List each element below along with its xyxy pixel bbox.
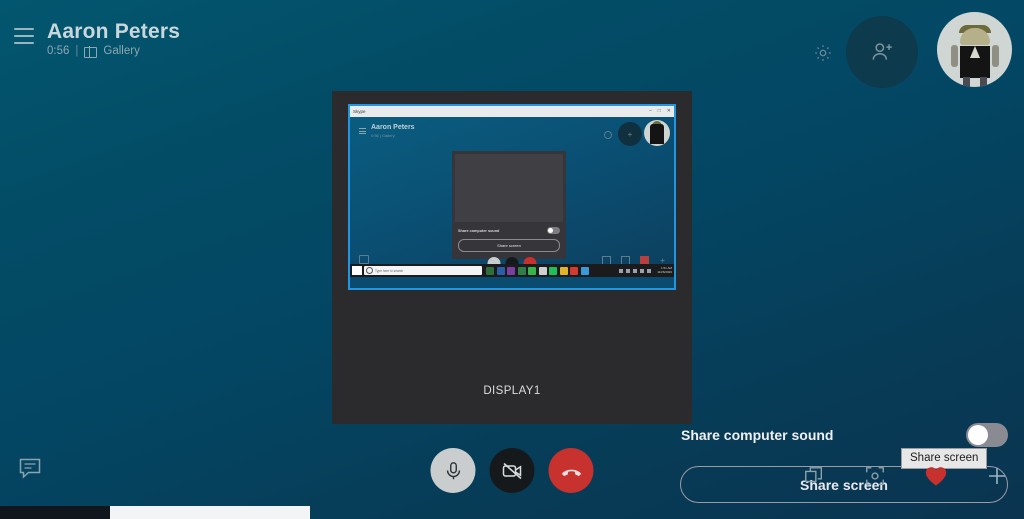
view-mode-label: Gallery — [103, 45, 140, 57]
share-screen-dialog: Skype – □ ✕ Aaron Peters 0:56 | Gallery … — [332, 91, 1008, 503]
share-computer-sound-toggle[interactable] — [966, 423, 1008, 447]
preview-avatar — [644, 120, 670, 146]
hamburger-icon[interactable] — [14, 28, 34, 44]
share-screen-icon[interactable] — [801, 463, 827, 489]
preview-plus-icon: + — [660, 256, 665, 265]
share-computer-sound-label: Share computer sound — [681, 427, 834, 443]
preview-maximize-icon: □ — [657, 108, 661, 114]
gear-icon[interactable] — [812, 42, 834, 64]
preview-close-icon: ✕ — [666, 108, 671, 114]
preview-sound-toggle — [547, 227, 560, 234]
add-person-button[interactable] — [846, 16, 918, 88]
preview-chat-icon — [359, 255, 369, 264]
skype-call-window: Aaron Peters 0:56 | Gallery Skype – □ ✕ … — [0, 0, 1024, 519]
camera-button[interactable] — [489, 448, 535, 493]
preview-clock-date: 11/26/2020 — [657, 269, 672, 274]
add-person-icon — [872, 43, 892, 60]
display-label: DISPLAY1 — [483, 385, 541, 397]
secondary-call-controls — [801, 463, 1010, 489]
heart-reaction-icon[interactable] — [923, 463, 949, 489]
microphone-icon — [446, 461, 460, 479]
gallery-grid-icon — [84, 46, 98, 58]
preview-share-button: Share screen — [458, 239, 560, 252]
camera-off-icon — [502, 462, 522, 479]
end-call-icon — [561, 469, 581, 476]
preview-hamburger-icon — [359, 128, 366, 134]
snapshot-icon[interactable] — [862, 463, 888, 489]
preview-taskbar: Type here to search 1:51 AM 11/26/2020 — [350, 264, 674, 277]
mic-button[interactable] — [430, 448, 476, 493]
taskbar-left-strip — [0, 506, 110, 519]
call-controls — [430, 448, 594, 493]
call-subinfo: 0:56 | Gallery — [47, 45, 140, 58]
chat-bubble-icon[interactable] — [18, 457, 42, 479]
plus-icon[interactable] — [984, 463, 1010, 489]
preview-window-title: Skype — [353, 109, 366, 114]
page-title: Aaron Peters — [47, 20, 181, 43]
preview-call-subinfo: 0:56 | Gallery — [371, 133, 395, 138]
preview-add-person-icon — [618, 122, 642, 146]
avatar[interactable] — [937, 12, 1012, 87]
preview-taskbar-tray: 1:51 AM 11/26/2020 — [619, 267, 672, 274]
end-call-button[interactable] — [548, 448, 594, 493]
display-preview-thumbnail[interactable]: Skype – □ ✕ Aaron Peters 0:56 | Gallery … — [348, 104, 676, 290]
preview-share-dialog: Share computer sound Share screen — [452, 151, 566, 259]
call-header: Aaron Peters 0:56 | Gallery — [0, 0, 1024, 104]
preview-sound-label: Share computer sound — [458, 228, 500, 233]
call-duration: 0:56 — [47, 45, 70, 57]
preview-taskbar-apps — [486, 266, 589, 275]
subinfo-divider: | — [75, 45, 79, 57]
preview-inner-thumbnail — [455, 154, 563, 222]
preview-start-icon — [352, 266, 362, 275]
preview-search-placeholder: Type here to search — [375, 268, 404, 273]
taskbar-search-strip — [110, 506, 310, 519]
preview-minimize-icon: – — [648, 108, 652, 114]
share-computer-sound-row: Share computer sound — [681, 422, 1008, 448]
preview-search-box: Type here to search — [364, 266, 482, 275]
preview-window-titlebar: Skype – □ ✕ — [350, 106, 674, 117]
preview-window-body: Aaron Peters 0:56 | Gallery Share comput… — [350, 117, 674, 277]
preview-call-title: Aaron Peters — [371, 124, 415, 131]
preview-gear-icon — [604, 131, 612, 139]
